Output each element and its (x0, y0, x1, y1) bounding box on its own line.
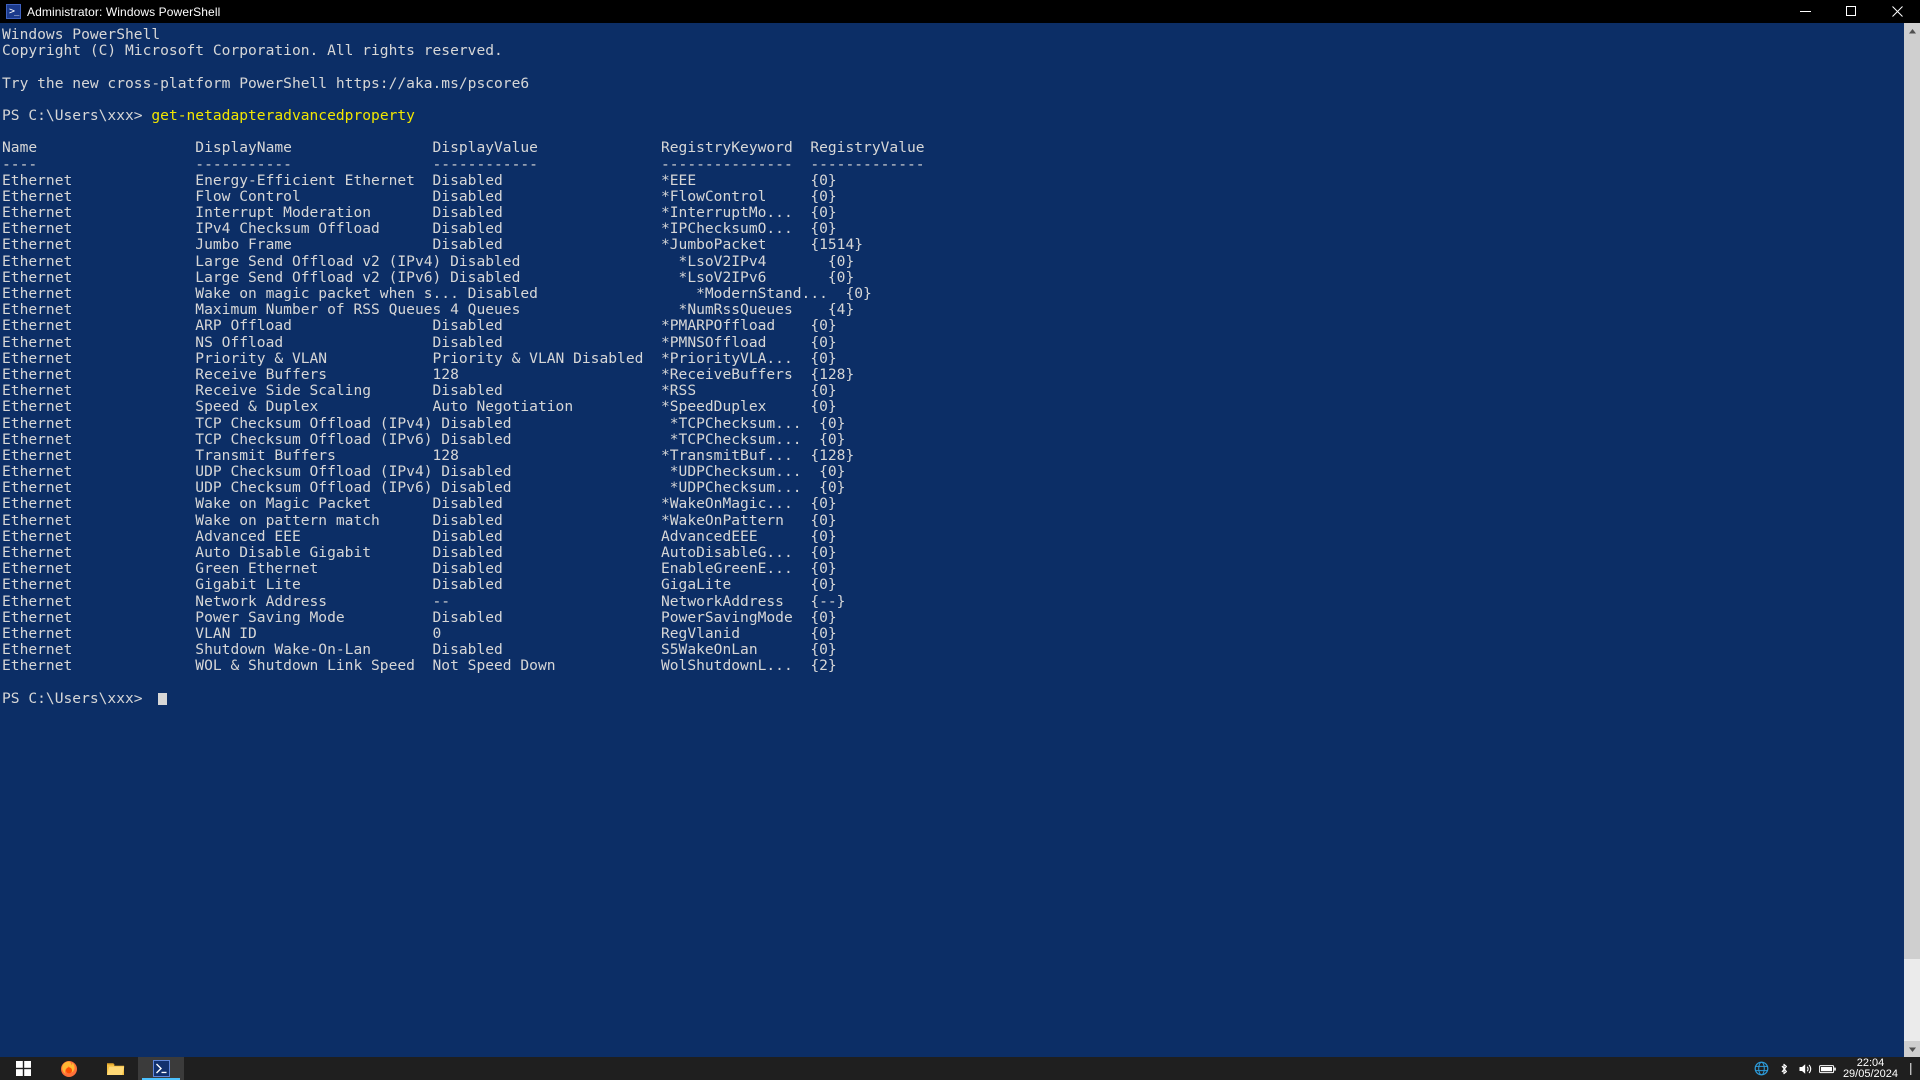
table-row: Ethernet Shutdown Wake-On-Lan Disabled S… (2, 641, 837, 659)
taskbar-item-powershell[interactable] (138, 1057, 184, 1080)
window-titlebar[interactable]: Administrator: Windows PowerShell (0, 0, 1920, 23)
windows-taskbar[interactable]: 22:04 29/05/2024 (0, 1057, 1920, 1080)
maximize-button[interactable] (1828, 0, 1874, 23)
clock-time: 22:04 (1856, 1056, 1885, 1069)
table-row: Ethernet WOL & Shutdown Link Speed Not S… (2, 657, 837, 675)
table-header-row: Name DisplayName DisplayValue RegistryKe… (2, 139, 925, 157)
table-row: Ethernet Large Send Offload v2 (IPv4) Di… (2, 252, 855, 270)
table-row: Ethernet Receive Side Scaling Disabled *… (2, 382, 837, 400)
scrollbar-down-arrow-icon[interactable] (1904, 1041, 1920, 1057)
scrollbar-thumb[interactable] (1904, 39, 1920, 959)
taskbar-clock[interactable]: 22:04 29/05/2024 (1839, 1057, 1906, 1080)
table-row: Ethernet IPv4 Checksum Offload Disabled … (2, 220, 837, 238)
console-banner-line: Windows PowerShell (2, 26, 161, 43)
system-tray[interactable]: 22:04 29/05/2024 (1751, 1057, 1920, 1080)
table-row: Ethernet Power Saving Mode Disabled Powe… (2, 608, 837, 626)
clock-date: 29/05/2024 (1842, 1067, 1898, 1080)
taskbar-item-file-explorer[interactable] (92, 1057, 138, 1080)
console-prompt: PS C:\Users\xxx> (2, 106, 152, 124)
close-button[interactable] (1874, 0, 1920, 23)
console-command-text: get-netadapteradvancedproperty (151, 106, 415, 124)
titlebar-drag-area[interactable] (220, 0, 1782, 23)
console-prompt: PS C:\Users\xxx> (2, 689, 152, 707)
table-row: Ethernet ARP Offload Disabled *PMARPOffl… (2, 317, 837, 335)
table-row: Ethernet Network Address -- NetworkAddre… (2, 592, 846, 610)
table-row: Ethernet Wake on magic packet when s... … (2, 285, 872, 302)
taskbar-empty-area[interactable] (184, 1057, 1751, 1080)
minimize-button[interactable] (1782, 0, 1828, 23)
table-row: Ethernet TCP Checksum Offload (IPv4) Dis… (2, 414, 846, 432)
console-banner-line: Copyright (C) Microsoft Corporation. All… (2, 42, 503, 60)
table-row: Ethernet Priority & VLAN Priority & VLAN… (2, 349, 837, 367)
table-row: Ethernet Receive Buffers 128 *ReceiveBuf… (2, 365, 855, 383)
table-header-underline: ---- ----------- ------------ ----------… (2, 155, 925, 173)
table-row: Ethernet Maximum Number of RSS Queues 4 … (2, 301, 855, 319)
table-row: Ethernet Speed & Duplex Auto Negotiation… (2, 398, 837, 416)
taskbar-item-firefox[interactable] (46, 1057, 92, 1080)
powershell-icon (6, 4, 21, 20)
console-output-area[interactable]: Windows PowerShell Copyright (C) Microsof… (0, 23, 1904, 1057)
table-row: Ethernet UDP Checksum Offload (IPv4) Dis… (2, 463, 846, 481)
table-row: Ethernet NS Offload Disabled *PMNSOffloa… (2, 333, 837, 351)
table-row: Ethernet Wake on Magic Packet Disabled *… (2, 495, 837, 513)
table-row: Ethernet Gigabit Lite Disabled GigaLite … (2, 576, 837, 594)
table-row: Ethernet Transmit Buffers 128 *TransmitB… (2, 446, 855, 464)
network-globe-icon[interactable] (1751, 1057, 1773, 1080)
battery-icon[interactable] (1817, 1057, 1839, 1080)
desktop-screen: Administrator: Windows PowerShell Window… (0, 0, 1920, 1080)
notification-center-icon[interactable] (1906, 1057, 1918, 1080)
table-row: Ethernet VLAN ID 0 RegVlanid {0} (2, 624, 837, 642)
table-row: Ethernet TCP Checksum Offload (IPv6) Dis… (2, 430, 846, 448)
table-row: Ethernet UDP Checksum Offload (IPv6) Dis… (2, 479, 846, 497)
window-title: Administrator: Windows PowerShell (27, 4, 221, 19)
table-row: Ethernet Energy-Efficient Ethernet Disab… (2, 171, 837, 189)
start-button[interactable] (0, 1057, 46, 1080)
titlebar-left-group: Administrator: Windows PowerShell (0, 0, 220, 23)
table-row: Ethernet Wake on pattern match Disabled … (2, 511, 837, 529)
table-row: Ethernet Flow Control Disabled *FlowCont… (2, 187, 837, 205)
console-command-line[interactable]: PS C:\Users\xxx> get-netadapteradvancedp… (2, 106, 1904, 124)
table-row: Ethernet Green Ethernet Disabled EnableG… (2, 560, 837, 578)
table-row: Ethernet Large Send Offload v2 (IPv6) Di… (2, 268, 855, 286)
table-row: Ethernet Auto Disable Gigabit Disabled A… (2, 544, 837, 561)
console-scrollbar[interactable] (1904, 23, 1920, 1057)
console-final-prompt-line[interactable]: PS C:\Users\xxx> (2, 689, 1904, 707)
scrollbar-track[interactable] (1904, 39, 1920, 1041)
table-row: Ethernet Jumbo Frame Disabled *JumboPack… (2, 236, 864, 254)
bluetooth-icon[interactable] (1773, 1057, 1795, 1080)
scrollbar-up-arrow-icon[interactable] (1904, 23, 1920, 39)
table-row: Ethernet Interrupt Moderation Disabled *… (2, 204, 837, 222)
text-cursor (158, 692, 168, 705)
volume-icon[interactable] (1795, 1057, 1817, 1080)
console-banner-line: Try the new cross-platform PowerShell ht… (2, 74, 530, 92)
table-row: Ethernet Advanced EEE Disabled AdvancedE… (2, 527, 837, 545)
